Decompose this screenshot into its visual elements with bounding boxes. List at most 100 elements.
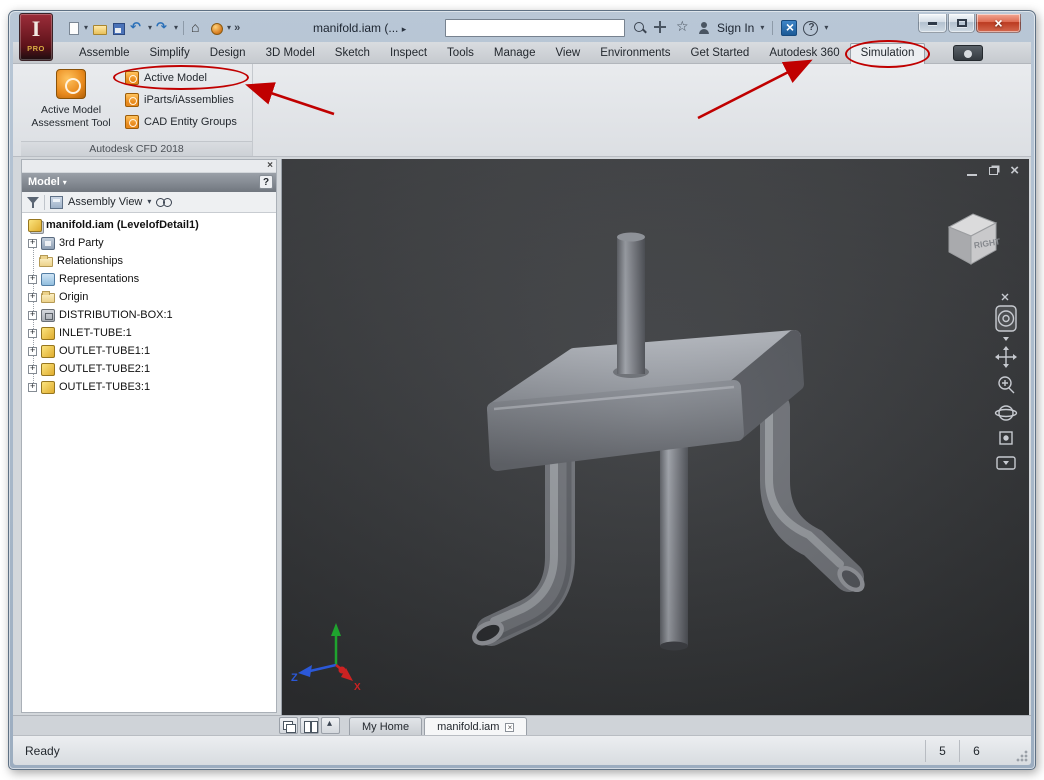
expand-icon[interactable]	[28, 327, 37, 338]
title-caret-icon: ▸	[401, 24, 407, 34]
part-icon	[41, 380, 55, 394]
tab-my-home[interactable]: My Home	[349, 717, 423, 736]
active-model-assessment-tool-button[interactable]: Active Model Assessment Tool	[27, 67, 115, 139]
third-party-icon	[41, 236, 55, 250]
chevron-down-icon[interactable]: ▾	[147, 193, 151, 211]
doc-minimize-icon[interactable]	[967, 173, 978, 177]
tab-manage[interactable]: Manage	[484, 43, 546, 64]
model-browser: × Model ▾ ? Assembly View ▾ manifold.iam …	[21, 159, 277, 713]
expand-icon[interactable]	[28, 309, 37, 320]
redo-icon[interactable]	[155, 19, 171, 36]
panel-close-icon[interactable]: ×	[267, 160, 273, 172]
chevron-down-icon[interactable]: ▾	[174, 19, 178, 37]
graphics-viewport[interactable]: × RIGHT Z X	[281, 159, 1029, 715]
x-axis-label: X	[354, 682, 361, 693]
pan-hand-icon	[995, 346, 1017, 368]
tab-sketch[interactable]: Sketch	[325, 43, 380, 64]
doc-restore-icon[interactable]	[989, 167, 999, 175]
tree-item-inlet-tube[interactable]: INLET-TUBE:1	[22, 324, 276, 342]
tab-environments[interactable]: Environments	[590, 43, 680, 64]
tab-3d-model[interactable]: 3D Model	[256, 43, 325, 64]
tree-item-origin[interactable]: Origin	[22, 288, 276, 306]
tab-design[interactable]: Design	[200, 43, 256, 64]
tab-get-started[interactable]: Get Started	[681, 43, 760, 64]
cad-entity-groups-icon	[125, 114, 139, 129]
window-controls: ×	[917, 14, 1021, 33]
expand-icon[interactable]	[28, 363, 37, 374]
separator	[44, 194, 45, 210]
orbit-icon	[994, 405, 1018, 421]
render-icon[interactable]	[208, 20, 224, 36]
iparts-iassemblies-button[interactable]: iParts/iAssemblies	[121, 91, 241, 108]
maximize-button[interactable]	[948, 14, 975, 33]
resize-grip[interactable]	[1015, 749, 1028, 762]
active-model-button[interactable]: Active Model	[113, 65, 249, 90]
application-menu-button[interactable]: I PRO	[19, 13, 53, 61]
save-icon[interactable]	[110, 20, 126, 36]
viewcube[interactable]: RIGHT	[937, 205, 1003, 271]
cad-entity-groups-button[interactable]: CAD Entity Groups	[121, 113, 241, 130]
expand-icon[interactable]	[28, 273, 37, 284]
ribbon-panel-area: Active Model Assessment Tool Active Mode…	[13, 64, 1031, 157]
part-icon	[41, 362, 55, 376]
expand-icon[interactable]	[28, 345, 37, 356]
tab-assemble[interactable]: Assemble	[69, 43, 140, 64]
tab-inspect[interactable]: Inspect	[380, 43, 437, 64]
browser-help-button[interactable]: ?	[259, 175, 273, 189]
filter-funnel-icon[interactable]	[27, 196, 39, 208]
chevron-down-icon[interactable]: ▾	[760, 19, 764, 37]
cascade-windows-icon[interactable]	[279, 717, 298, 734]
screencast-icon[interactable]	[953, 45, 983, 61]
tree-item-outlet-tube1[interactable]: OUTLET-TUBE1:1	[22, 342, 276, 360]
navigation-bar[interactable]	[993, 289, 1019, 481]
tile-windows-icon[interactable]	[300, 717, 319, 734]
help-icon[interactable]	[803, 20, 819, 36]
sign-in-link[interactable]: Sign In	[717, 21, 754, 35]
chevron-down-icon[interactable]: ▾	[148, 19, 152, 37]
expand-icon[interactable]	[28, 237, 37, 248]
panel-label[interactable]: Autodesk CFD 2018	[21, 141, 252, 156]
chevron-down-icon[interactable]: ▾	[824, 19, 828, 37]
tree-item-representations[interactable]: Representations	[22, 270, 276, 288]
tab-tools[interactable]: Tools	[437, 43, 484, 64]
selection-icon[interactable]	[653, 20, 669, 36]
z-axis-label: Z	[291, 672, 298, 684]
view-selector[interactable]: Assembly View	[68, 196, 142, 208]
tab-view[interactable]: View	[545, 43, 590, 64]
chevron-down-icon	[1003, 337, 1009, 341]
tree-item-relationships[interactable]: Relationships	[22, 252, 276, 270]
search-input[interactable]	[445, 19, 625, 37]
tab-manifold-document[interactable]: manifold.iam ×	[424, 717, 528, 736]
document-window-controls: ×	[967, 163, 1019, 178]
favorites-star-icon[interactable]	[675, 18, 691, 36]
minimize-button[interactable]	[918, 14, 947, 33]
new-icon[interactable]	[65, 20, 81, 36]
home-icon[interactable]	[189, 19, 205, 36]
tree-item-outlet-tube3[interactable]: OUTLET-TUBE3:1	[22, 378, 276, 396]
tree-item-outlet-tube2[interactable]: OUTLET-TUBE2:1	[22, 360, 276, 378]
browser-header[interactable]: Model ▾ ?	[22, 173, 276, 192]
chevron-down-icon[interactable]: ▾	[227, 19, 231, 37]
tree-item-distribution-box[interactable]: DISTRIBUTION-BOX:1	[22, 306, 276, 324]
undo-icon[interactable]	[129, 19, 145, 36]
tab-simulation[interactable]: Simulation	[844, 40, 931, 68]
collapse-tabs-icon[interactable]	[321, 717, 340, 734]
toolbar-overflow-icon[interactable]: »	[234, 22, 240, 34]
tree-item-root[interactable]: manifold.iam (LevelofDetail1)	[22, 216, 276, 234]
doc-tab-close-icon[interactable]: ×	[505, 722, 515, 732]
search-icon[interactable]	[633, 21, 647, 35]
tab-autodesk-360[interactable]: Autodesk 360	[759, 43, 849, 64]
exchange-x-icon[interactable]	[781, 19, 798, 36]
open-icon[interactable]	[91, 20, 108, 36]
expand-icon[interactable]	[28, 381, 37, 392]
part-icon	[41, 344, 55, 358]
close-button[interactable]: ×	[976, 14, 1021, 33]
find-binoculars-icon[interactable]	[156, 197, 173, 208]
expand-icon[interactable]	[28, 291, 37, 302]
folder-icon	[39, 255, 53, 267]
chevron-down-icon[interactable]: ▾	[84, 19, 88, 37]
user-icon[interactable]	[697, 21, 711, 35]
tab-simplify[interactable]: Simplify	[140, 43, 200, 64]
tree-item-3rd-party[interactable]: 3rd Party	[22, 234, 276, 252]
doc-close-icon[interactable]: ×	[1010, 163, 1019, 178]
